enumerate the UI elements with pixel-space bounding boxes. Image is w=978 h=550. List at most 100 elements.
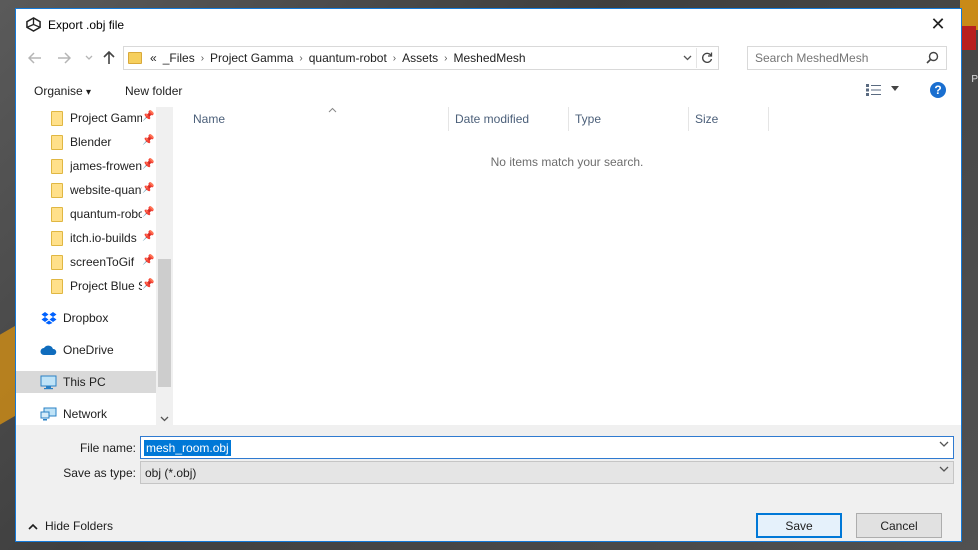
nav-item-label: Network [63, 407, 108, 421]
column-date-modified[interactable]: Date modified [449, 107, 569, 131]
nav-item-label: screenToGif [70, 255, 135, 269]
nav-item-quick-access[interactable]: website-quantum 📌 [16, 179, 156, 201]
breadcrumb-item[interactable]: _Files [163, 51, 195, 65]
chevron-down-icon[interactable] [939, 441, 949, 448]
search-box[interactable] [747, 46, 947, 70]
chevron-up-icon [28, 523, 38, 530]
nav-item-label: Blender [70, 135, 112, 149]
chevron-right-icon[interactable]: › [444, 53, 447, 64]
back-arrow-icon [28, 52, 41, 64]
nav-scrollbar[interactable] [156, 107, 173, 425]
file-list: Name Date modified Type Size No items ma… [173, 107, 961, 425]
background-object [962, 26, 976, 50]
chevron-down-icon [85, 55, 93, 60]
up-button[interactable] [98, 47, 120, 69]
address-history-button[interactable] [683, 47, 692, 69]
sort-up-icon [328, 107, 337, 113]
folder-icon [51, 182, 63, 198]
chevron-down-icon[interactable] [160, 416, 169, 422]
save-panel: File name: mesh_room.obj Save as type: o… [16, 425, 961, 541]
navigation-pane: Project Gamma 📌 Blender 📌 james-frowen 📌… [16, 107, 173, 425]
nav-item-quick-access[interactable]: screenToGif 📌 [16, 251, 156, 273]
this-pc-icon [40, 374, 57, 390]
close-button[interactable]: ✕ [915, 9, 961, 40]
pin-icon: 📌 [142, 207, 155, 218]
nav-item-quick-access[interactable]: Blender 📌 [16, 131, 156, 153]
nav-item-label: This PC [63, 375, 106, 389]
back-button[interactable] [24, 47, 46, 69]
organise-button[interactable]: Organise ▾ [34, 84, 91, 98]
pin-icon: 📌 [142, 159, 155, 170]
folder-icon [51, 134, 63, 150]
help-icon[interactable]: ? [930, 82, 946, 98]
search-icon[interactable] [926, 51, 939, 67]
breadcrumb-item[interactable]: Assets [402, 51, 438, 65]
nav-item-dropbox[interactable]: Dropbox [16, 307, 156, 329]
chevron-down-icon [939, 466, 949, 472]
view-options-icon[interactable] [865, 83, 883, 100]
nav-item-label: Project Blue Sky [70, 279, 142, 293]
nav-item-quick-access[interactable]: Project Gamma 📌 [16, 107, 156, 129]
refresh-button[interactable] [696, 48, 716, 68]
save-as-type-label: Save as type: [63, 466, 136, 480]
nav-item-label: Dropbox [63, 311, 109, 325]
pin-icon: 📌 [142, 111, 155, 122]
chevron-down-icon [683, 55, 692, 61]
breadcrumb-item[interactable]: MeshedMesh [454, 51, 526, 65]
save-button[interactable]: Save [756, 513, 842, 538]
empty-message: No items match your search. [490, 155, 644, 169]
nav-item-quick-access[interactable]: Project Blue Sky 📌 [16, 275, 156, 297]
file-name-field[interactable]: mesh_room.obj [140, 436, 954, 459]
nav-item-label: james-frowen [70, 159, 142, 173]
nav-item-network[interactable]: Network [16, 403, 156, 425]
view-menu-button[interactable] [891, 84, 899, 94]
breadcrumb-item[interactable]: quantum-robot [309, 51, 387, 65]
breadcrumb-overflow[interactable]: « [150, 51, 157, 65]
command-bar: Organise ▾ New folder ? [16, 78, 961, 104]
folder-icon [51, 206, 63, 222]
title-bar: Export .obj file ✕ [16, 9, 961, 40]
dropbox-icon [40, 310, 57, 326]
hide-folders-label: Hide Folders [45, 519, 114, 533]
column-type[interactable]: Type [569, 107, 689, 131]
recent-locations-button[interactable] [78, 47, 100, 69]
chevron-right-icon[interactable]: › [393, 53, 396, 64]
chevron-right-icon[interactable]: › [299, 53, 302, 64]
folder-icon [51, 254, 63, 270]
nav-item-this-pc[interactable]: This PC [16, 371, 156, 393]
nav-item-label: Project Gamma [70, 111, 142, 125]
hide-folders-button[interactable]: Hide Folders [28, 519, 113, 533]
pin-icon: 📌 [142, 183, 155, 194]
onedrive-icon [40, 342, 57, 358]
pin-icon: 📌 [142, 279, 155, 290]
breadcrumb-item[interactable]: Project Gamma [210, 51, 293, 65]
file-name-label: File name: [79, 441, 136, 455]
forward-arrow-icon [58, 52, 71, 64]
caret-down-icon [891, 86, 899, 91]
nav-item-quick-access[interactable]: quantum-robot 📌 [16, 203, 156, 225]
address-bar[interactable]: « _Files › Project Gamma › quantum-robot… [123, 46, 719, 70]
forward-button[interactable] [53, 47, 75, 69]
nav-item-quick-access[interactable]: itch.io-builds 📌 [16, 227, 156, 249]
organise-label: Organise [34, 84, 83, 98]
nav-item-onedrive[interactable]: OneDrive [16, 339, 156, 361]
save-as-type-select[interactable]: obj (*.obj) [140, 461, 954, 484]
new-folder-button[interactable]: New folder [125, 84, 182, 98]
scrollbar-thumb[interactable] [158, 259, 171, 387]
window-title: Export .obj file [48, 17, 125, 32]
file-name-value[interactable]: mesh_room.obj [144, 439, 231, 456]
close-icon: ✕ [930, 14, 946, 34]
column-size[interactable]: Size [689, 107, 769, 131]
pin-icon: 📌 [142, 255, 155, 266]
background-object [0, 325, 16, 425]
nav-item-quick-access[interactable]: james-frowen 📌 [16, 155, 156, 177]
folder-icon [51, 230, 63, 246]
background-label: P [971, 74, 978, 85]
address-row: « _Files › Project Gamma › quantum-robot… [16, 44, 961, 72]
chevron-right-icon[interactable]: › [201, 53, 204, 64]
cancel-button[interactable]: Cancel [856, 513, 942, 538]
column-name[interactable]: Name [173, 107, 449, 131]
nav-item-label: OneDrive [63, 343, 114, 357]
refresh-icon [701, 52, 712, 63]
search-input[interactable] [755, 51, 925, 65]
